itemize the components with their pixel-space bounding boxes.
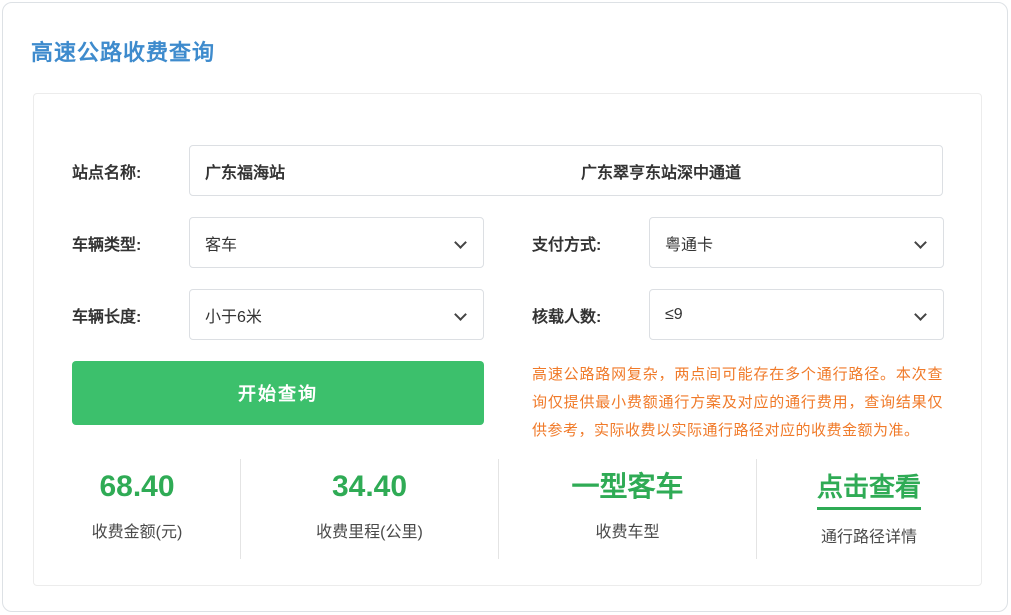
vehicle-length-select[interactable]: 小于6米 xyxy=(189,289,484,340)
length-capacity-row: 车辆长度: 小于6米 核载人数: ≤9 xyxy=(72,289,944,340)
route-details-label: 通行路径详情 xyxy=(820,529,917,546)
chevron-down-icon xyxy=(454,236,467,249)
vehicle-class-value: 一型客车 xyxy=(571,471,684,502)
results-row: 68.40 收费金额(元) 34.40 收费里程(公里) 一型客车 收费车型 点… xyxy=(34,459,981,559)
payment-method-value: 粤通卡 xyxy=(665,236,714,254)
vehicle-type-value: 客车 xyxy=(205,236,238,254)
vehicle-length-value: 小于6米 xyxy=(205,308,262,326)
end-station-input[interactable]: 广东翠亨东站深中通道 xyxy=(566,159,942,183)
toll-query-panel: 高速公路收费查询 站点名称: 广东福海站 广东翠亨东站深中通道 车辆类型: 客车… xyxy=(2,2,1008,612)
query-form-card: 站点名称: 广东福海站 广东翠亨东站深中通道 车辆类型: 客车 支付方式: 粤通… xyxy=(33,93,982,586)
passenger-capacity-select[interactable]: ≤9 xyxy=(649,289,944,340)
payment-method-label: 支付方式: xyxy=(532,236,602,254)
station-row: 站点名称: 广东福海站 广东翠亨东站深中通道 xyxy=(72,145,943,196)
toll-amount-label: 收费金额(元) xyxy=(91,524,183,541)
result-vehicle-class: 一型客车 收费车型 xyxy=(498,459,756,559)
view-route-details-link[interactable]: 点击查看 xyxy=(816,469,921,510)
result-toll-amount: 68.40 收费金额(元) xyxy=(34,459,240,559)
form-area: 站点名称: 广东福海站 广东翠亨东站深中通道 车辆类型: 客车 支付方式: 粤通… xyxy=(34,94,981,445)
chevron-down-icon xyxy=(914,236,927,249)
toll-distance-value: 34.40 xyxy=(331,470,408,503)
start-query-button[interactable]: 开始查询 xyxy=(72,361,484,425)
page-title: 高速公路收费查询 xyxy=(31,40,216,65)
passenger-capacity-label: 核载人数: xyxy=(532,308,602,326)
station-inputs-box: 广东福海站 广东翠亨东站深中通道 xyxy=(189,145,943,196)
action-row: 开始查询 高速公路路网复杂，两点间可能存在多个通行路径。本次查询仅提供最小费额通… xyxy=(72,361,943,445)
passenger-capacity-value: ≤9 xyxy=(665,305,683,323)
chevron-down-icon xyxy=(454,308,467,321)
vehicle-type-select[interactable]: 客车 xyxy=(189,217,484,268)
vehicle-payment-row: 车辆类型: 客车 支付方式: 粤通卡 xyxy=(72,217,944,268)
toll-distance-label: 收费里程(公里) xyxy=(316,524,423,541)
payment-method-select[interactable]: 粤通卡 xyxy=(649,217,944,268)
vehicle-class-label: 收费车型 xyxy=(595,524,660,541)
toll-amount-value: 68.40 xyxy=(99,470,175,503)
result-toll-distance: 34.40 收费里程(公里) xyxy=(240,459,498,559)
chevron-down-icon xyxy=(914,308,927,321)
vehicle-type-label: 车辆类型: xyxy=(72,236,142,254)
query-disclaimer-text: 高速公路路网复杂，两点间可能存在多个通行路径。本次查询仅提供最小费额通行方案及对… xyxy=(532,366,943,439)
vehicle-length-label: 车辆长度: xyxy=(72,308,142,326)
station-name-label: 站点名称: xyxy=(72,164,142,182)
start-station-input[interactable]: 广东福海站 xyxy=(190,159,566,183)
result-route-details: 点击查看 通行路径详情 xyxy=(756,459,981,559)
